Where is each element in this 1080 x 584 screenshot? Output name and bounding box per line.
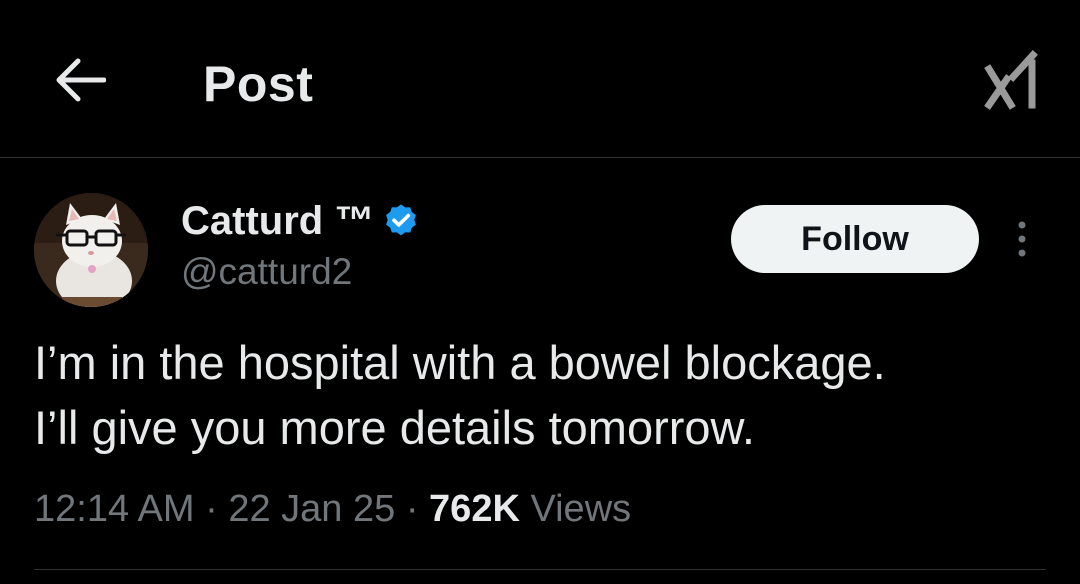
page-title: Post [203,56,314,112]
meta-separator: · [405,488,419,530]
verified-check-icon [386,204,417,236]
back-button[interactable] [52,56,108,104]
views-count[interactable]: 762K [429,488,520,530]
views-label: Views [530,488,632,530]
divider [34,569,1046,570]
grok-icon [984,50,1038,110]
cat-avatar-image [34,193,148,307]
follow-button[interactable]: Follow [731,205,979,273]
arrow-left-icon [56,58,106,102]
author-name[interactable]: Catturd ™ [181,197,374,245]
author-name-row: Catturd ™ [181,197,420,245]
more-options-button[interactable] [1002,214,1042,264]
verified-badge[interactable] [382,202,420,240]
tweet-text: I’m in the hospital with a bowel blockag… [34,336,886,454]
tweet-time[interactable]: 12:14 AM [34,488,195,530]
meta-separator: · [205,488,218,530]
author-handle[interactable]: @catturd2 [181,250,352,294]
tweet-date[interactable]: 22 Jan 25 [228,488,395,530]
top-bar: Post [0,0,1080,158]
avatar[interactable] [34,193,148,307]
grok-button[interactable] [982,48,1042,112]
more-vertical-icon [1018,221,1026,257]
tweet-meta: 12:14 AM · 22 Jan 25 · 762K Views [34,484,631,534]
